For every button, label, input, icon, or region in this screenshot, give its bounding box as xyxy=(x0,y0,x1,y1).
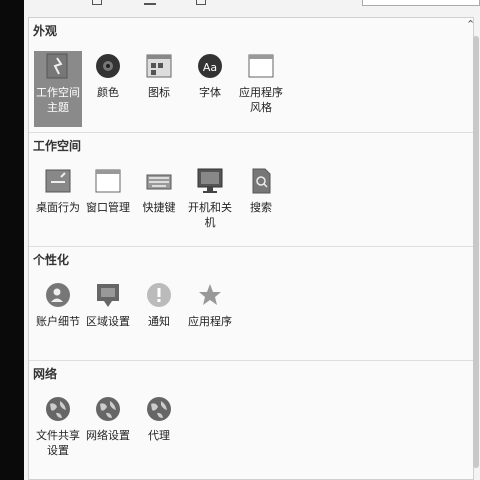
item-label: 工作空间 主题 xyxy=(36,86,80,114)
item-account-details[interactable]: 账户细节 xyxy=(34,280,82,329)
item-label: 应用程序 风格 xyxy=(239,86,283,114)
search-field[interactable] xyxy=(362,0,480,6)
item-app-style[interactable]: 应用程序 风格 xyxy=(237,51,285,115)
item-file-sharing[interactable]: 文件共享 设置 xyxy=(34,394,82,458)
toolbar-button-icon[interactable] xyxy=(196,0,206,5)
item-search[interactable]: 搜索 xyxy=(237,166,285,215)
app-style-icon xyxy=(248,53,274,79)
file-sharing-icon xyxy=(45,396,71,422)
item-label: 开机和关 机 xyxy=(188,201,232,229)
left-window-edge xyxy=(0,0,24,480)
item-label: 颜色 xyxy=(97,86,119,99)
applications-icon xyxy=(197,282,223,308)
scrollbar[interactable] xyxy=(473,36,479,468)
item-window-management[interactable]: 窗口管理 xyxy=(84,166,132,215)
item-shortcuts[interactable]: 快捷键 xyxy=(135,166,183,215)
item-workspace-theme[interactable]: 工作空间 主题 xyxy=(34,51,82,127)
item-label: 图标 xyxy=(148,86,170,99)
window-management-icon xyxy=(95,168,121,194)
item-label: 搜索 xyxy=(250,201,272,214)
item-applications[interactable]: 应用程序 xyxy=(186,280,234,329)
svg-text:Aa: Aa xyxy=(203,61,217,74)
item-label: 代理 xyxy=(148,429,170,442)
item-label: 应用程序 xyxy=(188,315,232,328)
item-font[interactable]: Aa 字体 xyxy=(186,51,234,100)
section-title: 网络 xyxy=(33,367,58,381)
section-title: 外观 xyxy=(33,24,58,38)
item-startup-shutdown[interactable]: 开机和关 机 xyxy=(186,166,234,230)
font-icon: Aa xyxy=(197,53,223,79)
item-label: 窗口管理 xyxy=(86,201,130,214)
item-label: 桌面行为 xyxy=(36,201,80,214)
section-appearance: 外观 工作空间 主题 颜色 图标 Aa 字体 应用程序 风格 xyxy=(29,18,473,133)
item-label: 字体 xyxy=(199,86,221,99)
search-icon xyxy=(248,168,274,194)
color-icon xyxy=(95,53,121,79)
item-label: 通知 xyxy=(148,315,170,328)
item-label: 网络设置 xyxy=(86,429,130,442)
item-network-settings[interactable]: 网络设置 xyxy=(84,394,132,443)
item-desktop-behavior[interactable]: 桌面行为 xyxy=(34,166,82,215)
item-label: 账户细节 xyxy=(36,315,80,328)
workspace-theme-icon xyxy=(45,53,71,79)
desktop-behavior-icon xyxy=(45,168,71,194)
item-label: 区域设置 xyxy=(86,315,130,328)
item-proxy[interactable]: 代理 xyxy=(135,394,183,443)
item-label: 快捷键 xyxy=(142,201,176,214)
icons-icon xyxy=(146,53,172,79)
item-region-settings[interactable]: 区域设置 xyxy=(84,280,132,329)
toolbar-button-icon[interactable] xyxy=(92,0,102,5)
item-notifications[interactable]: 通知 xyxy=(135,280,183,329)
collapse-icon[interactable]: ⌃ xyxy=(466,18,475,31)
item-icons[interactable]: 图标 xyxy=(135,51,183,100)
settings-panel: 外观 工作空间 主题 颜色 图标 Aa 字体 应用程序 风格 工作空间 桌面行为… xyxy=(28,17,474,480)
item-color[interactable]: 颜色 xyxy=(84,51,132,100)
item-label: 文件共享 设置 xyxy=(36,429,80,457)
section-network: 网络 文件共享 设置 网络设置 代理 xyxy=(29,361,473,477)
notifications-icon xyxy=(146,282,172,308)
account-details-icon xyxy=(45,282,71,308)
section-title: 工作空间 xyxy=(33,139,82,153)
region-settings-icon xyxy=(95,282,121,308)
section-title: 个性化 xyxy=(33,253,70,267)
shortcuts-icon xyxy=(146,168,172,194)
section-personalization: 个性化 账户细节 区域设置 通知 应用程序 xyxy=(29,247,473,361)
network-settings-icon xyxy=(95,396,121,422)
section-workspace: 工作空间 桌面行为 窗口管理 快捷键 开机和关 机 搜索 xyxy=(29,133,473,247)
proxy-icon xyxy=(146,396,172,422)
startup-shutdown-icon xyxy=(197,168,223,194)
toolbar-button-icon[interactable] xyxy=(144,0,156,5)
